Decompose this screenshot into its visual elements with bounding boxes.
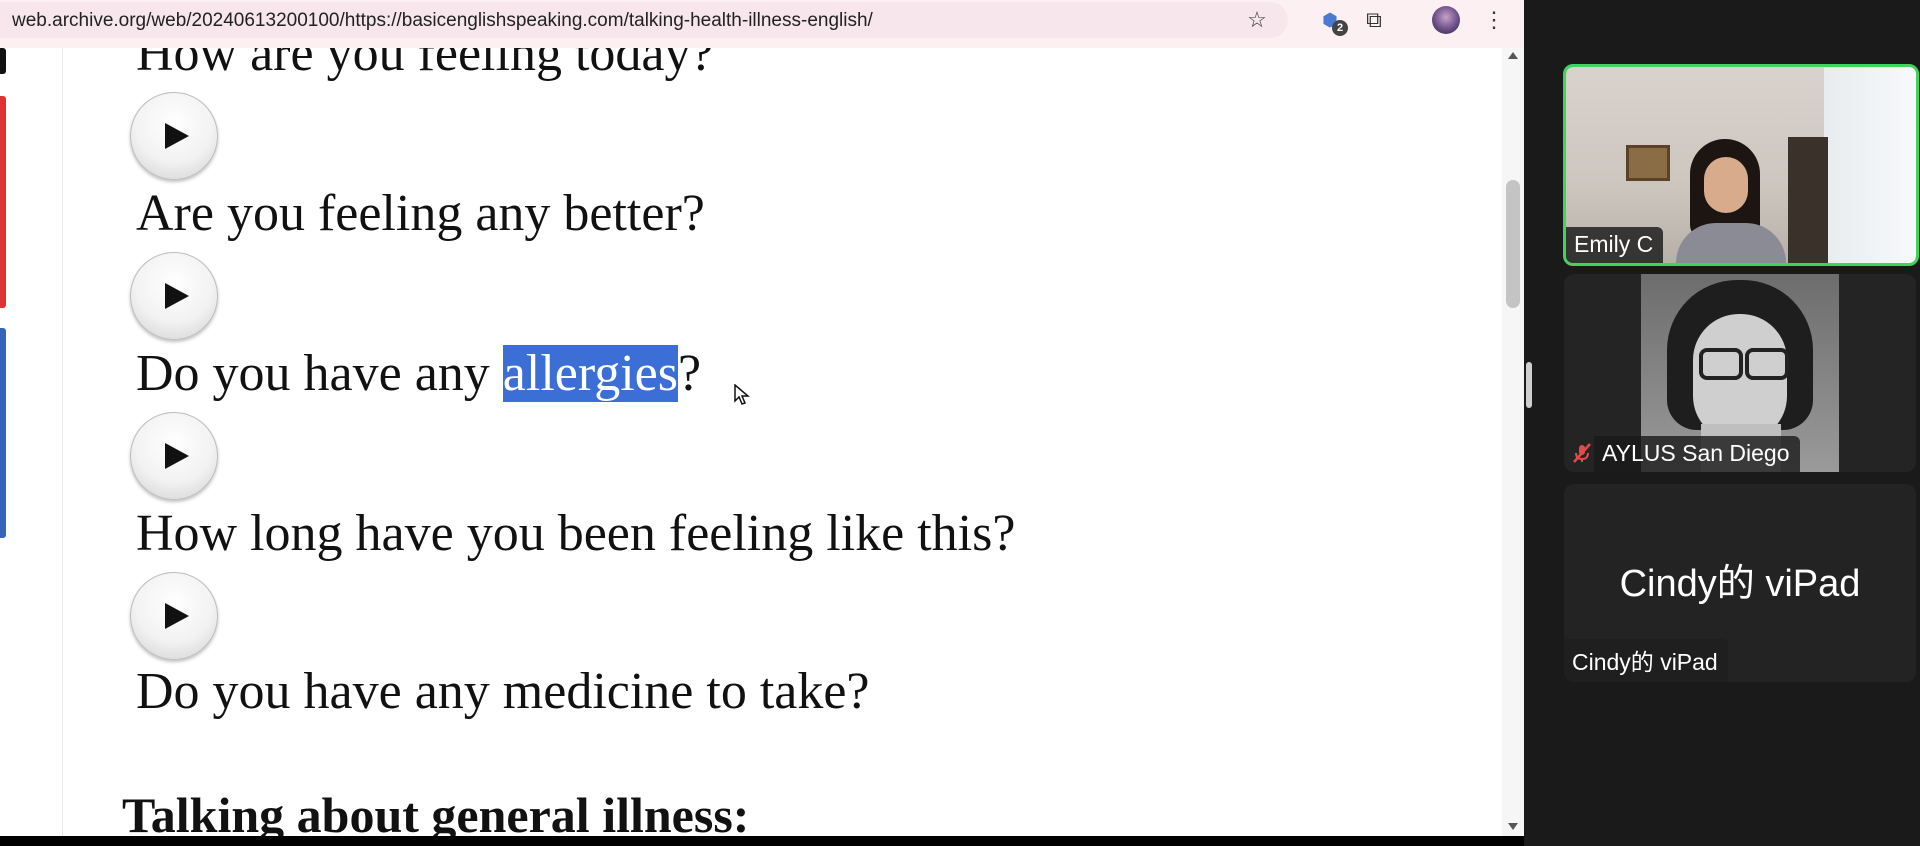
play-icon <box>165 603 189 629</box>
play-button-4[interactable] <box>130 572 218 660</box>
phrase-4: How long have you been feeling like this… <box>136 505 1016 562</box>
phrase-2: Are you feeling any better? <box>136 185 705 242</box>
scroll-up-arrow-icon[interactable] <box>1508 52 1518 59</box>
url-text[interactable]: web.archive.org/web/20240613200100/https… <box>12 10 873 32</box>
phrase-1: How are you feeling today? <box>136 48 714 82</box>
phrase-3-end: ? <box>678 345 702 402</box>
participant-tile-emily[interactable]: Emily C <box>1563 64 1919 266</box>
panel-resize-handle[interactable] <box>1526 362 1532 408</box>
share-button-facebook[interactable] <box>0 328 6 538</box>
play-button-2[interactable] <box>130 252 218 340</box>
participant-name: AYLUS San Diego <box>1594 436 1800 472</box>
url-field[interactable]: web.archive.org/web/20240613200100/https… <box>0 2 1288 38</box>
phrase-5: Do you have any medicine to take? <box>136 663 870 720</box>
menu-kebab-icon[interactable]: ⋮ <box>1478 4 1510 36</box>
participant-tile-aylus[interactable]: AYLUS San Diego <box>1564 274 1916 472</box>
section-heading: Talking about general illness: <box>122 787 750 836</box>
profile-avatar[interactable] <box>1430 4 1462 36</box>
play-icon <box>165 443 189 469</box>
selected-text[interactable]: allergies <box>502 345 678 402</box>
phrase-3-start: Do you have any <box>136 345 503 402</box>
mic-muted-icon <box>1570 442 1594 466</box>
play-icon <box>165 283 189 309</box>
share-button-pinterest[interactable] <box>0 96 6 308</box>
play-button-1[interactable] <box>130 92 218 180</box>
scroll-down-arrow-icon[interactable] <box>1508 823 1518 830</box>
extension-icon[interactable]: ⬢ 2 <box>1314 4 1348 36</box>
scroll-thumb[interactable] <box>1506 180 1520 308</box>
play-button-3[interactable] <box>130 412 218 500</box>
extension-badge: 2 <box>1332 20 1348 36</box>
share-sidebar <box>0 48 63 836</box>
mouse-cursor-icon <box>734 384 750 405</box>
participant-name: Emily C <box>1566 227 1664 263</box>
phrase-3: Do you have any allergies? <box>136 344 701 404</box>
puzzle-extensions-icon[interactable]: ⧉ <box>1358 4 1390 36</box>
participant-name: Cindy的 viPad <box>1564 639 1728 682</box>
browser-window: web.archive.org/web/20240613200100/https… <box>0 0 1524 836</box>
address-bar: web.archive.org/web/20240613200100/https… <box>0 0 1524 48</box>
share-button-x[interactable] <box>0 48 6 74</box>
web-page: How are you feeling today? Are you feeli… <box>0 48 1524 836</box>
page-scrollbar[interactable] <box>1502 48 1524 836</box>
play-icon <box>165 123 189 149</box>
bookmark-star-icon[interactable]: ☆ <box>1241 4 1273 36</box>
participant-display-name: Cindy的 viPad <box>1619 563 1861 605</box>
participant-tile-cindy[interactable]: Cindy的 viPad Cindy的 viPad <box>1564 484 1916 682</box>
